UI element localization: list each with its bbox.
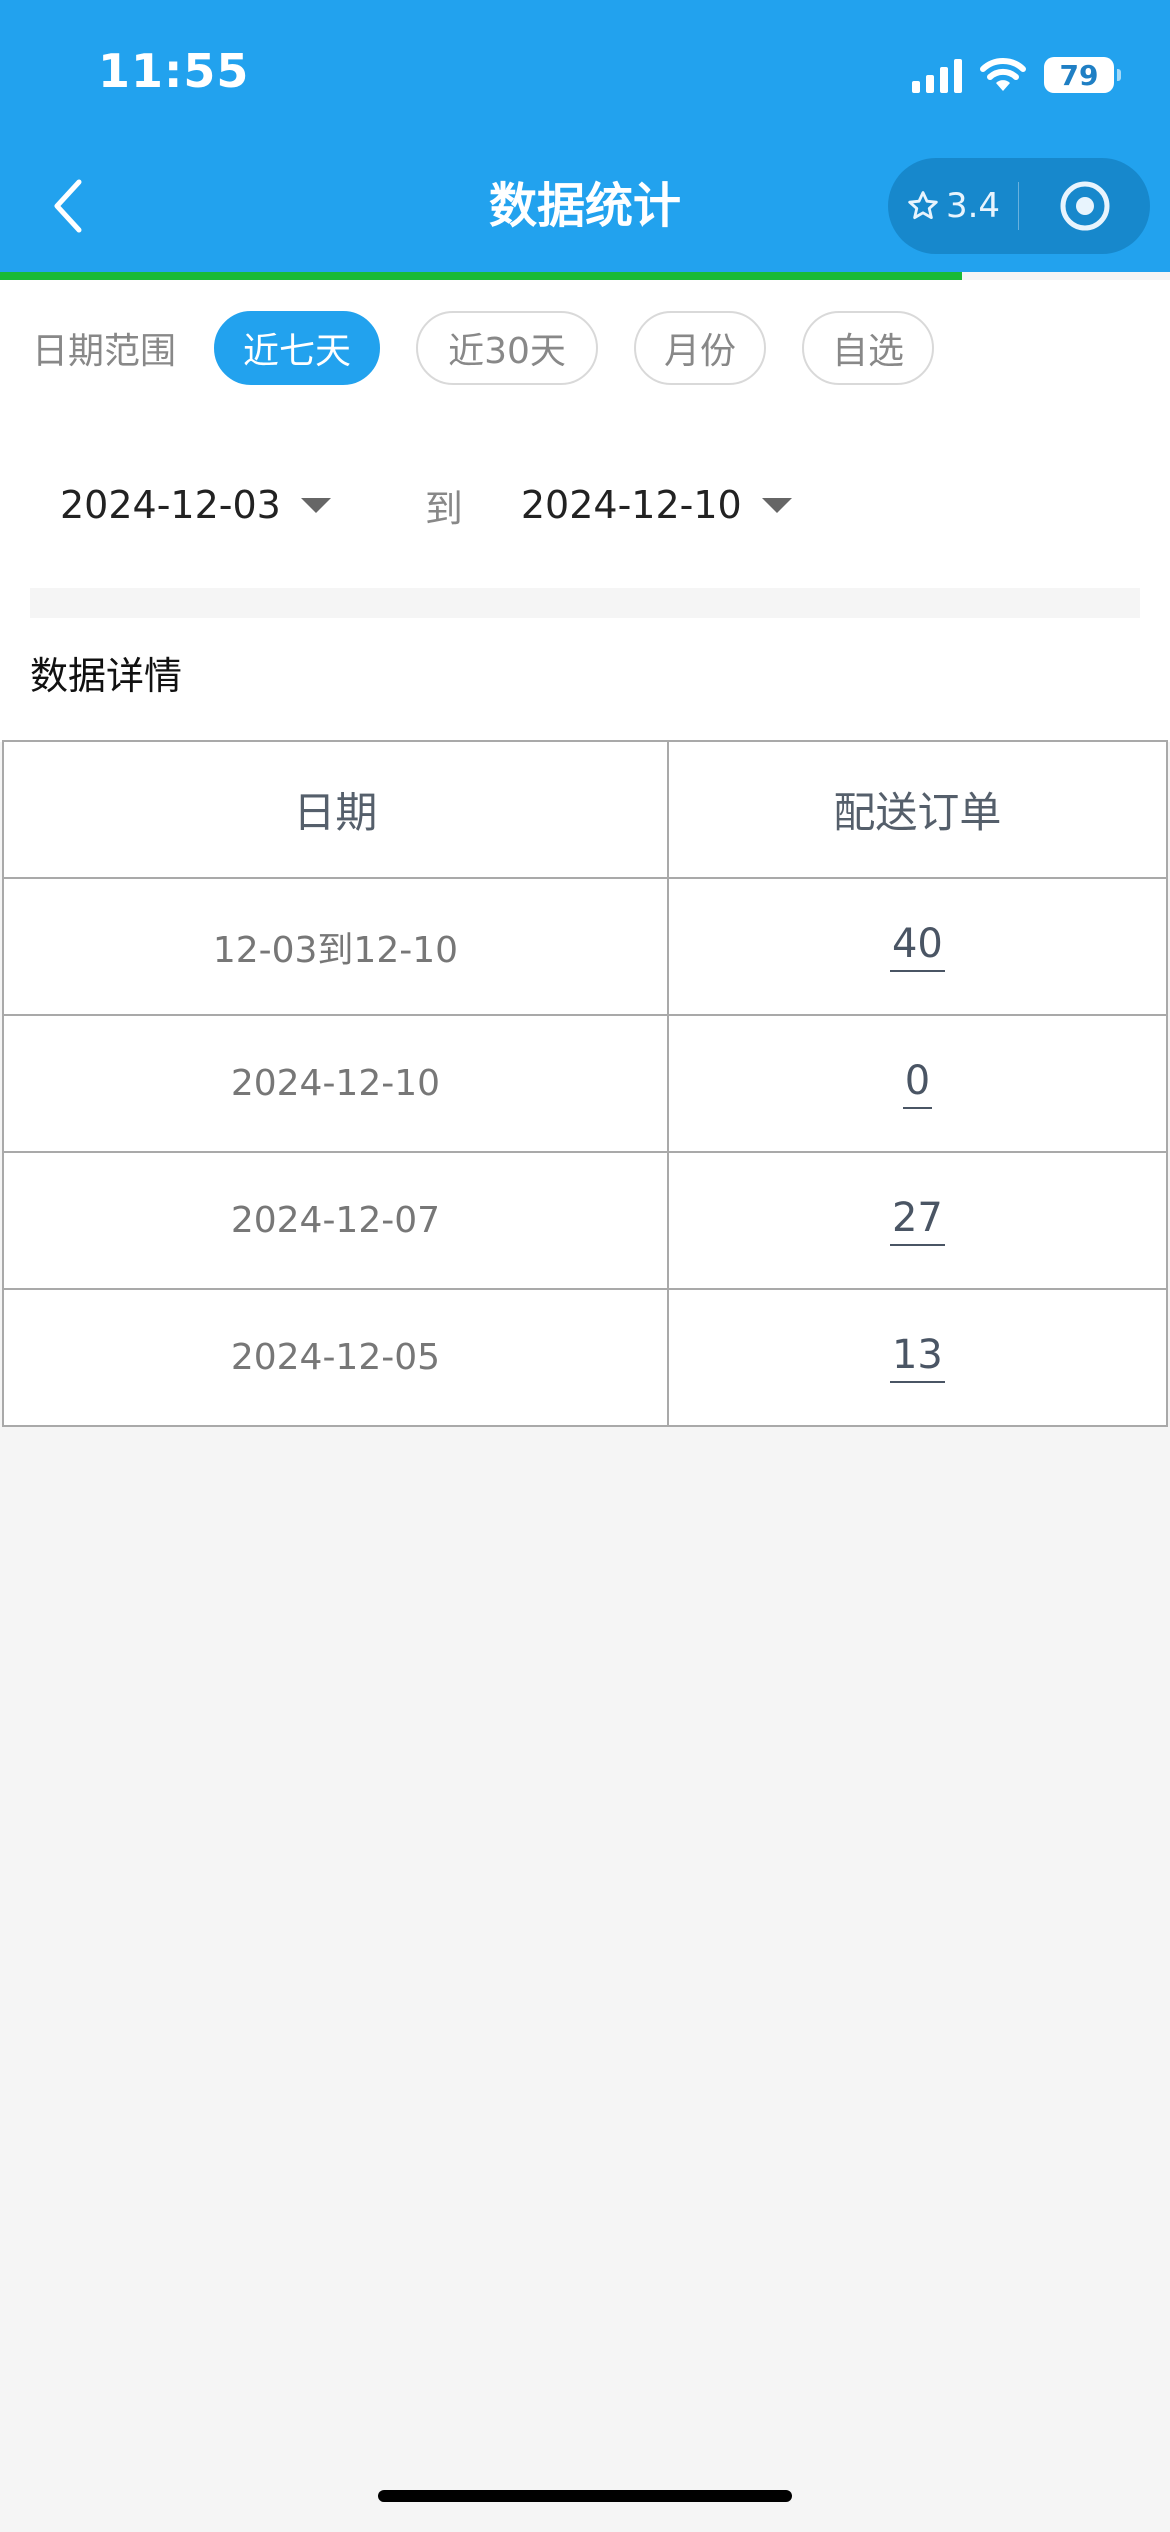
orders-count-link[interactable]: 27 [889, 1198, 945, 1246]
close-target-button[interactable] [1019, 179, 1150, 233]
caret-down-icon [761, 497, 792, 513]
table-row: 2024-12-10 0 [2, 1014, 1169, 1153]
row-date: 12-03到12-10 [2, 877, 669, 1016]
orders-count-link[interactable]: 13 [889, 1335, 945, 1383]
filter-chip-7days[interactable]: 近七天 [214, 311, 381, 385]
date-separator: 到 [424, 486, 463, 531]
data-table: 日期 配送订单 12-03到12-10 40 2024-12-10 0 2024… [2, 740, 1169, 1427]
end-date: 2024-12-10 [520, 483, 742, 527]
home-indicator[interactable] [378, 2490, 792, 2502]
section-divider [30, 588, 1140, 618]
orders-count-link[interactable]: 0 [902, 1061, 933, 1109]
start-date: 2024-12-03 [60, 483, 281, 527]
row-date: 2024-12-10 [2, 1014, 669, 1153]
row-date: 2024-12-05 [2, 1288, 669, 1427]
battery-icon: 79 [1044, 57, 1121, 93]
end-date-picker[interactable]: 2024-12-10 [521, 483, 792, 527]
filter-label: 日期范围 [32, 331, 177, 372]
target-icon [1060, 181, 1109, 231]
cellular-signal-icon [912, 57, 962, 93]
date-range-row: 2024-12-03 到 2024-12-10 [60, 470, 792, 540]
header-orders: 配送订单 [666, 740, 1169, 879]
filter-chip-custom[interactable]: 自选 [802, 311, 935, 385]
table-header-row: 日期 配送订单 [2, 740, 1169, 879]
filter-chip-month[interactable]: 月份 [634, 311, 767, 385]
row-orders: 27 [666, 1151, 1169, 1290]
table-row: 2024-12-07 27 [2, 1151, 1169, 1290]
date-filter-row: 日期范围 近七天 近30天 月份 自选 [32, 310, 970, 386]
caret-down-icon [300, 497, 331, 513]
star-icon [908, 191, 938, 220]
loading-progress-bar [0, 272, 962, 280]
wifi-icon [980, 58, 1026, 91]
battery-level: 79 [1059, 58, 1099, 92]
mini-program-capsule: 3.4 [888, 158, 1150, 254]
section-title: 数据详情 [30, 654, 183, 698]
row-orders: 13 [666, 1288, 1169, 1427]
row-orders: 0 [666, 1014, 1169, 1153]
status-time: 11:55 [98, 44, 250, 98]
rating-value: 3.4 [945, 186, 1001, 226]
orders-count-link[interactable]: 40 [889, 924, 945, 972]
rating-button[interactable]: 3.4 [888, 186, 1018, 226]
header-bar: 11:55 79 数据统计 3.4 [0, 0, 1170, 272]
start-date-picker[interactable]: 2024-12-03 [60, 483, 331, 527]
header-date: 日期 [2, 740, 669, 879]
row-date: 2024-12-07 [2, 1151, 669, 1290]
status-icons: 79 [912, 50, 1121, 100]
filter-chip-30days[interactable]: 近30天 [416, 311, 599, 385]
table-row: 2024-12-05 13 [2, 1288, 1169, 1427]
page: 11:55 79 数据统计 3.4 日期范围 近七天 近30天 月份 自选 20… [0, 0, 1170, 2532]
row-orders: 40 [666, 877, 1169, 1016]
table-row: 12-03到12-10 40 [2, 877, 1169, 1016]
